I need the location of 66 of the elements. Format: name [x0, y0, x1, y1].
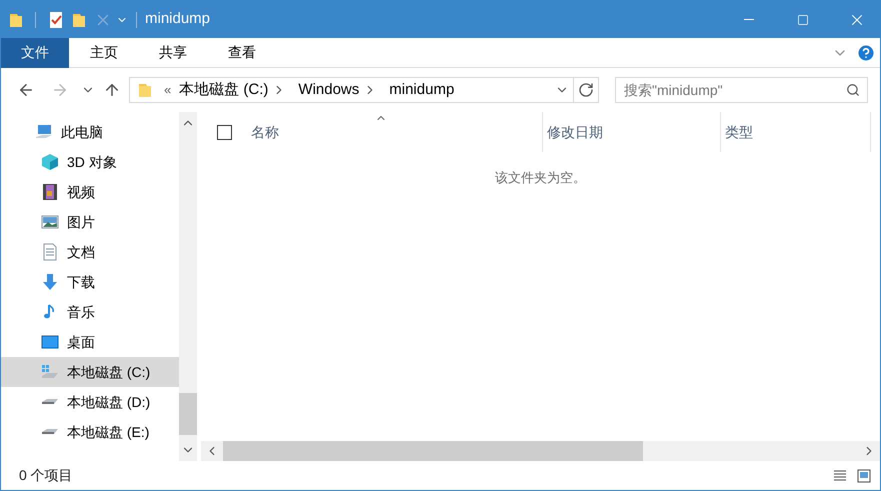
drive-icon: [41, 399, 59, 405]
item-count: 0 个项目: [19, 466, 73, 485]
cube-icon: [41, 153, 59, 171]
nav-item-label: 桌面: [67, 332, 95, 352]
nav-item[interactable]: 桌面: [1, 327, 179, 357]
nav-item[interactable]: 本地磁盘 (E:): [1, 417, 179, 447]
film-icon: [41, 183, 59, 201]
horizontal-scrollbar[interactable]: [201, 441, 880, 461]
nav-item[interactable]: 此电脑: [1, 117, 179, 147]
nav-item-label: 3D 对象: [67, 152, 117, 172]
ribbon-tab[interactable]: 主页: [70, 38, 138, 68]
nav-item[interactable]: 音乐: [1, 297, 179, 327]
breadcrumb[interactable]: minidump: [389, 78, 454, 102]
nav-item[interactable]: 文档: [1, 237, 179, 267]
nav-item-label: 文档: [67, 242, 95, 262]
up-icon[interactable]: [103, 81, 121, 99]
ribbon-tab[interactable]: 共享: [139, 38, 207, 68]
nav-item[interactable]: 下载: [1, 267, 179, 297]
details-view-icon[interactable]: [832, 468, 848, 484]
nav-item-label: 此电脑: [61, 122, 103, 142]
nav-item-label: 音乐: [67, 302, 95, 322]
down-arrow-icon: [41, 273, 59, 291]
nav-item-label: 本地磁盘 (C:): [67, 362, 150, 382]
nav-item[interactable]: 本地磁盘 (D:): [1, 387, 179, 417]
scrollbar-thumb[interactable]: [223, 441, 643, 461]
breadcrumb[interactable]: Windows: [298, 78, 360, 102]
nav-item[interactable]: 本地磁盘 (C:): [1, 357, 179, 387]
column-header[interactable]: 修改日期: [543, 112, 721, 152]
nav-item-label: 本地磁盘 (D:): [67, 392, 150, 412]
nav-item-label: 视频: [67, 182, 95, 202]
back-icon[interactable]: [17, 81, 35, 99]
address-overflow[interactable]: «: [164, 80, 172, 100]
column-header[interactable]: 名称: [247, 112, 543, 152]
search-field[interactable]: 搜索"minidump": [615, 77, 868, 103]
folder-icon: [138, 82, 152, 98]
window-title: minidump: [145, 9, 210, 30]
nav-item[interactable]: 图片: [1, 207, 179, 237]
folder-icon: [9, 12, 23, 28]
nav-item-label: 图片: [67, 212, 95, 232]
picture-icon: [41, 213, 59, 231]
large-icons-view-icon[interactable]: [856, 468, 872, 484]
refresh-icon[interactable]: [578, 82, 594, 98]
ribbon-tab[interactable]: 文件: [1, 38, 69, 68]
nav-item[interactable]: 视频: [1, 177, 179, 207]
ribbon-tab[interactable]: 查看: [208, 38, 276, 68]
scrollbar-thumb[interactable]: [179, 393, 197, 435]
address-bar[interactable]: « 本地磁盘 (C:) Windows minidump: [129, 77, 599, 103]
column-header[interactable]: 类型: [721, 112, 871, 152]
nav-item-label: 本地磁盘 (E:): [67, 422, 150, 442]
computer-icon: [35, 123, 53, 141]
search-icon: [846, 83, 860, 97]
help-icon[interactable]: [856, 42, 876, 62]
document-icon: [41, 243, 59, 261]
scrollbar[interactable]: [179, 112, 197, 461]
select-all-checkbox[interactable]: [216, 124, 232, 140]
minimize-icon: [744, 19, 754, 20]
nav-item-label: 下载: [67, 272, 95, 292]
breadcrumb[interactable]: 本地磁盘 (C:): [179, 78, 268, 102]
new-folder-icon: [72, 12, 86, 28]
properties-icon[interactable]: [48, 10, 64, 28]
maximize-icon: [797, 14, 809, 26]
system-drive-icon: [41, 363, 59, 381]
empty-folder-message: 该文件夹为空。: [495, 169, 586, 187]
desktop-icon: [41, 333, 59, 351]
drive-icon: [41, 429, 59, 435]
nav-item[interactable]: 3D 对象: [1, 147, 179, 177]
